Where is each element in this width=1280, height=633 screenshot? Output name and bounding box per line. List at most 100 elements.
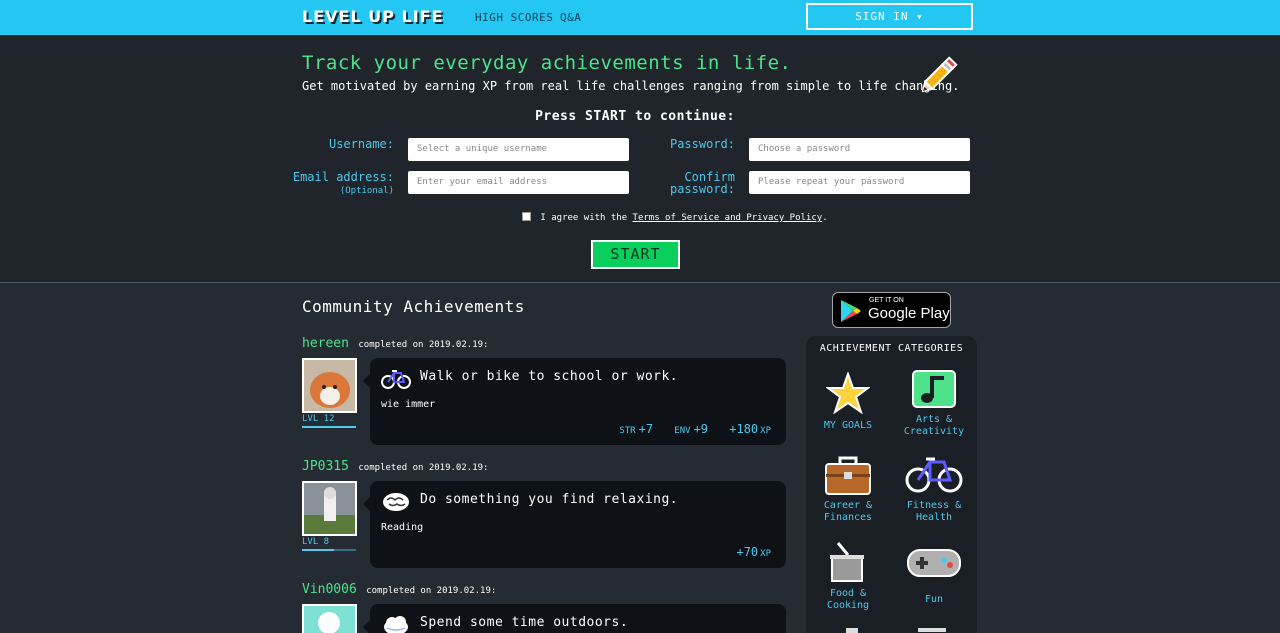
avatar[interactable] — [302, 604, 357, 633]
category-label: Career & Finances — [808, 500, 888, 524]
category-fitness-health[interactable]: Fitness & Health — [894, 454, 974, 534]
achievement-header: Vin0006 completed on 2019.02.19: — [302, 582, 496, 597]
brain-icon — [383, 493, 409, 511]
achievement-title[interactable]: Do something you find relaxing. — [420, 492, 678, 507]
category-label-line1: Food & — [829, 588, 867, 599]
start-button[interactable]: START — [591, 240, 680, 269]
default-avatar-image — [304, 606, 355, 633]
agree-end: . — [822, 213, 828, 223]
community-title: Community Achievements — [302, 297, 525, 316]
hero-subtagline: Get motivated by earning XP from real li… — [302, 79, 960, 93]
username-label: Username: — [328, 137, 394, 151]
category-career-finances[interactable]: Career & Finances — [808, 456, 888, 536]
nav-qa-link[interactable]: Q&A — [560, 11, 581, 24]
password-label: Password: — [669, 137, 735, 151]
achievement-title[interactable]: Walk or bike to school or work. — [420, 369, 678, 384]
category-icon-partial — [918, 628, 946, 632]
username-input[interactable]: Select a unique username — [408, 138, 629, 161]
star-icon — [826, 372, 870, 414]
completed-date: 2019.02.19: — [436, 586, 497, 596]
agree-text: I agree with the — [540, 213, 628, 223]
achievement-header: hereen completed on 2019.02.19: — [302, 336, 488, 351]
stat-value: +7 — [638, 422, 654, 436]
category-label-line1: Career & — [823, 500, 873, 511]
press-start-text: Press START to continue: — [535, 109, 735, 124]
gamepad-icon — [907, 549, 961, 577]
email-input[interactable]: Enter your email address — [408, 171, 629, 194]
music-note-icon — [912, 370, 956, 408]
category-food-cooking[interactable]: Food & Cooking — [808, 541, 888, 621]
category-label-line1: Arts & — [915, 414, 953, 425]
username-link[interactable]: Vin0006 — [302, 582, 357, 597]
stat-label: ENV — [674, 426, 691, 436]
achievement-card: Do something you find relaxing. Reading … — [363, 481, 786, 568]
terms-checkbox[interactable] — [522, 212, 531, 221]
xp-label: XP — [760, 549, 771, 559]
terms-link[interactable]: Terms of Service and Privacy Policy — [633, 213, 823, 223]
categories-title: ACHIEVEMENT CATEGORIES — [819, 343, 964, 354]
email-label-text: Email address: — [292, 170, 394, 184]
category-icon-partial — [846, 628, 858, 633]
username-link[interactable]: hereen — [302, 336, 349, 351]
cooking-pot-icon — [830, 542, 864, 582]
photo-avatar-image — [304, 483, 355, 534]
sign-in-button[interactable]: SIGN IN ▾ — [806, 3, 973, 30]
get-it-on-text: GET IT ON — [869, 297, 904, 304]
email-label: Email address: (Optional) — [290, 171, 394, 197]
pencil-icon — [921, 56, 958, 93]
email-optional-note: (Optional) — [339, 186, 394, 196]
category-label-line2: Creativity — [903, 426, 965, 437]
confirm-label-line2: password: — [669, 182, 735, 196]
fox-avatar-image — [304, 360, 355, 411]
top-nav-bar: LEVEL UP LIFE HIGH SCORES Q&A SIGN IN ▾ — [0, 0, 1280, 35]
completed-date: 2019.02.19: — [428, 463, 489, 473]
bicycle-icon — [381, 370, 411, 389]
category-my-goals[interactable]: MY GOALS — [808, 372, 888, 452]
xp-label: XP — [760, 426, 771, 436]
completed-text: completed on — [366, 586, 432, 596]
achievement-note: wie immer — [381, 399, 436, 410]
confirm-password-input[interactable]: Please repeat your password — [749, 171, 970, 194]
google-play-text: Google Play — [868, 305, 950, 322]
achievement-note: Reading — [381, 522, 424, 533]
username-link[interactable]: JP0315 — [302, 459, 349, 474]
avatar[interactable] — [302, 358, 357, 413]
briefcase-icon — [825, 456, 871, 495]
completed-date: 2019.02.19: — [428, 340, 489, 350]
terms-agreement: I agree with the Terms of Service and Pr… — [522, 212, 828, 223]
category-label: Fitness & Health — [894, 500, 974, 524]
level-text: LVL 8 — [302, 537, 330, 547]
category-label-line2: Health — [915, 512, 953, 523]
achievement-title[interactable]: Spend some time outdoors. — [420, 615, 628, 630]
category-label: Arts & Creativity — [894, 414, 974, 438]
xp-value: +180 — [729, 422, 759, 436]
level-indicator: LVL 12 — [302, 414, 356, 428]
stat-label: STR — [619, 426, 636, 436]
category-label: Food & Cooking — [808, 588, 888, 612]
category-label-line1: Fitness & — [906, 500, 962, 511]
level-progress-bar — [302, 549, 335, 551]
hero-tagline: Track your everyday achievements in life… — [302, 52, 792, 74]
nav-high-scores-link[interactable]: HIGH SCORES — [475, 11, 553, 24]
achievement-card: Spend some time outdoors. — [363, 604, 786, 633]
level-indicator: LVL 8 — [302, 537, 356, 551]
google-play-badge[interactable]: GET IT ON Google Play — [832, 292, 951, 328]
google-play-icon — [841, 300, 861, 322]
completed-text: completed on — [358, 340, 424, 350]
achievement-card: Walk or bike to school or work. wie imme… — [363, 358, 786, 445]
confirm-password-label: Confirm password: — [640, 171, 735, 195]
category-arts-creativity[interactable]: Arts & Creativity — [894, 368, 974, 448]
categories-panel: ACHIEVEMENT CATEGORIES MY GOALS Arts & C… — [806, 336, 977, 633]
site-logo[interactable]: LEVEL UP LIFE — [302, 7, 444, 26]
category-fun[interactable]: Fun — [894, 546, 974, 616]
category-label-line2: Finances — [823, 512, 873, 523]
completed-text: completed on — [358, 463, 424, 473]
category-label-line2: Cooking — [826, 600, 870, 611]
password-input[interactable]: Choose a password — [749, 138, 970, 161]
achievement-stats: STR +7 ENV +9 +180 XP — [619, 422, 771, 436]
achievement-header: JP0315 completed on 2019.02.19: — [302, 459, 488, 474]
avatar[interactable] — [302, 481, 357, 536]
bicycle-icon — [905, 457, 963, 493]
signup-hero: Track your everyday achievements in life… — [0, 35, 1280, 283]
category-label: MY GOALS — [823, 420, 873, 431]
